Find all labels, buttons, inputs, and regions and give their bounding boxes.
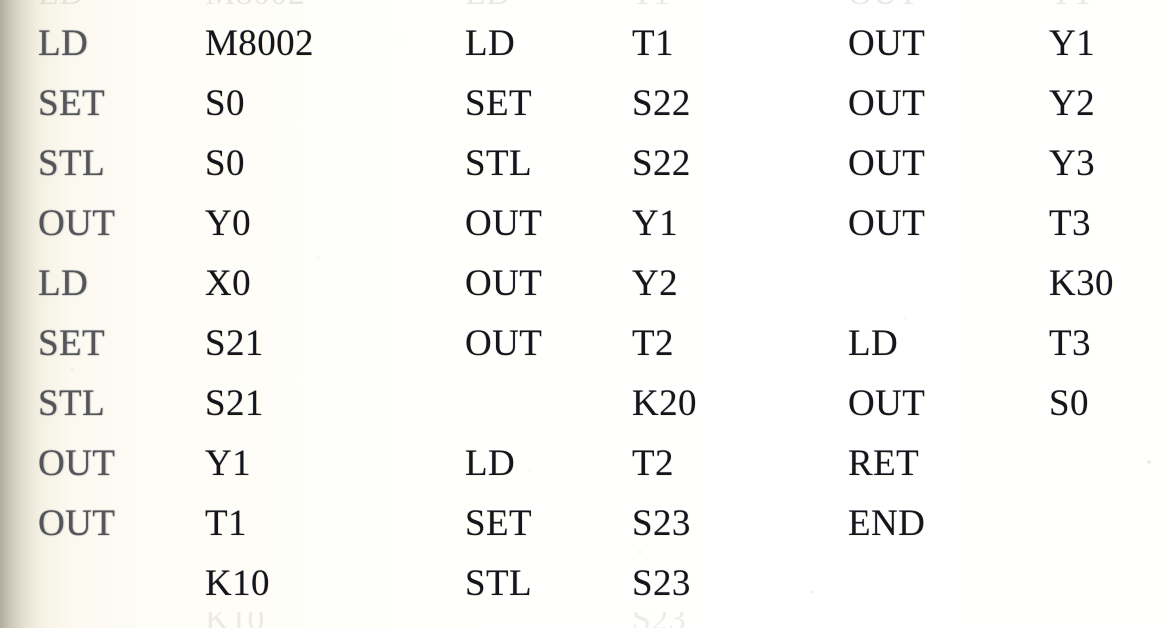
- column-1-row-7-operand: S21: [205, 383, 264, 424]
- column-3-row-4-operand: T3: [1049, 203, 1091, 244]
- column-2-row-2-instruction: SET: [465, 83, 532, 124]
- column-1-row-5-operand: X0: [205, 263, 252, 304]
- column-1-row-4-operand: Y0: [205, 203, 252, 244]
- column-1-row-1-operand: M8002: [205, 23, 314, 64]
- instruction-row: OUT T1 SET S23 END: [0, 494, 1172, 554]
- column-2-row-10-operand: S23: [632, 563, 691, 604]
- column-2-row-3-operand: S22: [632, 143, 691, 184]
- column-2-row-3-instruction: STL: [465, 143, 532, 184]
- column-1-row-6-operand: S21: [205, 323, 264, 364]
- column-1-row-1-instruction: LD: [38, 23, 89, 64]
- column-2-row-9-operand: S23: [632, 503, 691, 544]
- column-1-row-2-operand: S0: [205, 83, 245, 124]
- column-3-row-3-operand: Y3: [1049, 143, 1096, 184]
- column-2-row-2-operand: S22: [632, 83, 691, 124]
- column-1-row-8-operand: Y1: [205, 443, 252, 484]
- column-3-row-7-operand: S0: [1049, 383, 1089, 424]
- column-3-row-8-instruction: RET: [848, 443, 920, 484]
- column-3-row-7-instruction: OUT: [848, 383, 926, 424]
- column-3-row-9-instruction: END: [848, 503, 926, 544]
- column-3-row-4-instruction: OUT: [848, 203, 926, 244]
- column-1-row-6-instruction: SET: [38, 323, 105, 364]
- column-1-row-8-instruction: OUT: [38, 443, 116, 484]
- instruction-row: K10 STL S23: [0, 554, 1172, 614]
- instruction-list-grid: LD M8002 LD T1 OUT Y1 SET S0 SET S22 OUT Y2 STL S0 STL…: [0, 0, 1172, 628]
- column-3-row-6-instruction: LD: [848, 323, 899, 364]
- instruction-row: STL S21 K20 OUT S0: [0, 374, 1172, 434]
- column-2-row-8-operand: T2: [632, 443, 674, 484]
- column-2-row-9-instruction: SET: [465, 503, 532, 544]
- instruction-row: OUT Y1 LD T2 RET: [0, 434, 1172, 494]
- instruction-row: STL S0 STL S22 OUT Y3: [0, 134, 1172, 194]
- column-3-row-2-operand: Y2: [1049, 83, 1096, 124]
- column-2-row-7-operand: K20: [632, 383, 697, 424]
- column-3-row-2-instruction: OUT: [848, 83, 926, 124]
- column-1-row-2-instruction: SET: [38, 83, 105, 124]
- instruction-row: SET S21 OUT T2 LD T3: [0, 314, 1172, 374]
- column-1-row-3-instruction: STL: [38, 143, 105, 184]
- instruction-row: LD M8002 LD T1 OUT Y1: [0, 14, 1172, 74]
- column-1-row-3-operand: S0: [205, 143, 245, 184]
- column-1-row-7-instruction: STL: [38, 383, 105, 424]
- column-2-row-1-operand: T1: [632, 23, 674, 64]
- scanned-page: LD M8002 LD T1 OUT Y1 LD M8002 LD T1 OUT Y1 SE…: [0, 0, 1172, 628]
- column-3-row-1-instruction: OUT: [848, 23, 926, 64]
- column-1-row-9-operand: T1: [205, 503, 247, 544]
- instruction-row: LD X0 OUT Y2 K30: [0, 254, 1172, 314]
- column-2-row-4-operand: Y1: [632, 203, 679, 244]
- column-2-row-5-instruction: OUT: [465, 263, 543, 304]
- column-2-row-8-instruction: LD: [465, 443, 516, 484]
- column-3-row-3-instruction: OUT: [848, 143, 926, 184]
- column-3-row-6-operand: T3: [1049, 323, 1091, 364]
- column-2-row-5-operand: Y2: [632, 263, 679, 304]
- column-3-row-1-operand: Y1: [1049, 23, 1096, 64]
- column-2-row-4-instruction: OUT: [465, 203, 543, 244]
- column-2-row-6-operand: T2: [632, 323, 674, 364]
- column-2-row-6-instruction: OUT: [465, 323, 543, 364]
- column-1-row-10-operand: K10: [205, 563, 270, 604]
- instruction-row: SET S0 SET S22 OUT Y2: [0, 74, 1172, 134]
- column-1-row-9-instruction: OUT: [38, 503, 116, 544]
- column-3-row-5-operand: K30: [1049, 263, 1114, 304]
- column-1-row-5-instruction: LD: [38, 263, 89, 304]
- instruction-row: OUT Y0 OUT Y1 OUT T3: [0, 194, 1172, 254]
- column-1-row-4-instruction: OUT: [38, 203, 116, 244]
- column-2-row-1-instruction: LD: [465, 23, 516, 64]
- column-2-row-10-instruction: STL: [465, 563, 532, 604]
